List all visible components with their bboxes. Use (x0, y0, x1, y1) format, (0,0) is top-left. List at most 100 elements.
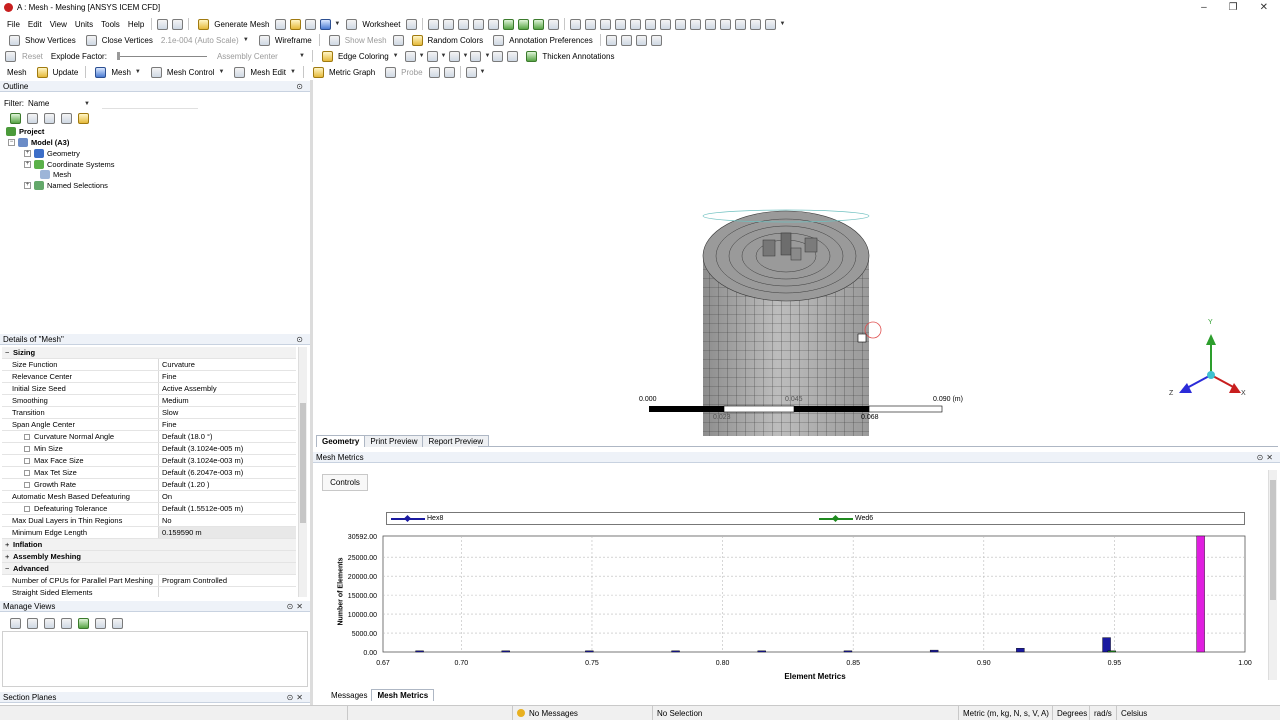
select-edge-icon[interactable] (443, 18, 455, 30)
collapse-toggle-icon[interactable]: − (8, 139, 15, 146)
menu-view[interactable]: View (46, 16, 71, 32)
tree-collapse-icon[interactable] (27, 113, 38, 124)
parameter-icon[interactable] (290, 18, 302, 30)
details-value[interactable]: Default (6.2047e-003 m) (159, 467, 296, 478)
details-row[interactable]: Initial Size Seed Active Assembly (2, 383, 296, 395)
probe-button[interactable]: Probe (379, 64, 426, 80)
details-row[interactable]: Automatic Mesh Based Defeaturing On (2, 491, 296, 503)
category-toggle-icon[interactable]: − (5, 348, 13, 357)
details-value[interactable]: Fine (159, 419, 296, 430)
edge-style-icon-2[interactable] (426, 50, 438, 62)
tree-model[interactable]: − Model (A3) (8, 138, 69, 147)
zoom-box-icon[interactable] (615, 18, 627, 30)
menu-tools[interactable]: Tools (97, 16, 124, 32)
tree-project[interactable]: Project (6, 127, 44, 136)
parameter-checkbox[interactable] (24, 505, 30, 512)
details-row[interactable]: Max Tet Size Default (6.2047e-003 m) (2, 467, 296, 479)
rename-view-icon[interactable] (61, 618, 72, 629)
edge-style-icon-5[interactable] (492, 50, 504, 62)
select-point-icon[interactable] (428, 18, 440, 30)
thicken-annotations-button[interactable]: Thicken Annotations (520, 48, 618, 64)
tree-named-selections[interactable]: + Named Selections (24, 181, 108, 190)
details-value[interactable]: Default (3.1024e-003 m) (159, 455, 296, 466)
mesh-view-icon[interactable] (392, 34, 404, 46)
parameter-checkbox[interactable] (24, 457, 30, 464)
axis-icon-4[interactable] (650, 34, 662, 46)
edge-style-icon-1[interactable] (404, 50, 416, 62)
folder-icon[interactable] (78, 113, 89, 124)
select-face-icon[interactable] (488, 18, 500, 30)
details-value[interactable]: Active Assembly (159, 383, 296, 394)
metric-histogram[interactable]: 0.67 0.70 0.75 0.80 0.85 0.90 0.95 1.00 0.00 5000… (313, 525, 1273, 685)
details-value[interactable] (159, 587, 296, 597)
details-scrollbar[interactable] (298, 347, 307, 597)
tree-expand-icon[interactable] (44, 113, 55, 124)
rotate-icon[interactable] (570, 18, 582, 30)
controls-button[interactable]: Controls (322, 474, 368, 491)
axis-icon-3[interactable] (635, 34, 647, 46)
pin-close-icon[interactable]: ⊙✕ (1257, 453, 1280, 462)
details-value[interactable]: Default (1.20 ) (159, 479, 296, 490)
expand-toggle-icon[interactable]: + (24, 150, 31, 157)
parameter-checkbox[interactable] (24, 469, 30, 476)
maximize-icon[interactable]: ❐ (1229, 2, 1238, 13)
details-value[interactable]: Slow (159, 407, 296, 418)
graphics-viewport[interactable]: 0.000 0.045 0.090 (m) 0.023 0.068 Y X Z (313, 80, 1280, 436)
parameter-checkbox[interactable] (24, 433, 30, 440)
mesh-model[interactable] (313, 80, 1280, 436)
menu-edit[interactable]: Edit (24, 16, 46, 32)
details-row[interactable]: Minimum Edge Length 0.159590 m (2, 527, 296, 539)
zoom-icon[interactable] (600, 18, 612, 30)
explode-icon[interactable] (5, 50, 16, 62)
pin-icon[interactable]: ⊙ (296, 82, 310, 91)
details-row[interactable]: Smoothing Medium (2, 395, 296, 407)
select-vertex-icon[interactable] (473, 18, 485, 30)
import-view-icon[interactable] (95, 618, 106, 629)
expand-toggle-icon[interactable]: + (24, 161, 31, 168)
tab-messages[interactable]: Messages (326, 690, 372, 701)
random-colors-button[interactable]: Random Colors (406, 32, 488, 48)
details-row[interactable]: Curvature Normal Angle Default (18.0 °) (2, 431, 296, 443)
export-view-icon[interactable] (112, 618, 123, 629)
apply-view-icon[interactable] (44, 618, 55, 629)
status-rate[interactable]: rad/s (1089, 706, 1116, 720)
annotation-preferences-button[interactable]: Annotation Preferences (487, 32, 597, 48)
details-value[interactable]: On (159, 491, 296, 502)
menu-units[interactable]: Units (71, 16, 97, 32)
arrow-icon[interactable] (172, 18, 184, 30)
mesh-control-dropdown[interactable]: Mesh Control ▼ (145, 64, 229, 80)
parameter-checkbox[interactable] (24, 445, 30, 452)
tree-geometry[interactable]: + Geometry (24, 149, 80, 158)
filter-select[interactable]: Name ▼ (28, 99, 90, 108)
zoom-fit-icon[interactable] (630, 18, 642, 30)
mesh-context-button[interactable]: Mesh (3, 64, 31, 80)
tree-mesh[interactable]: Mesh (40, 170, 71, 179)
tab-geometry[interactable]: Geometry (316, 435, 366, 447)
status-messages-count[interactable]: No Messages (512, 706, 652, 720)
cursor-icon[interactable] (406, 18, 418, 30)
category-toggle-icon[interactable]: + (5, 540, 13, 549)
parameter-checkbox[interactable] (24, 481, 30, 488)
minimize-icon[interactable]: – (1201, 2, 1207, 13)
refresh-icon[interactable] (10, 113, 21, 124)
mesh-edit-dropdown[interactable]: Mesh Edit ▼ (228, 64, 300, 80)
delete-view-icon[interactable] (27, 618, 38, 629)
pan-icon[interactable] (585, 18, 597, 30)
thin-edge-icon[interactable] (507, 50, 519, 62)
details-row[interactable]: Number of CPUs for Parallel Part Meshing… (2, 575, 296, 587)
menu-file[interactable]: File (3, 16, 24, 32)
details-row[interactable]: Span Angle Center Fine (2, 419, 296, 431)
tab-print-preview[interactable]: Print Preview (364, 435, 424, 447)
filter-input[interactable] (102, 99, 198, 109)
details-value[interactable]: Curvature (159, 359, 296, 370)
details-row[interactable]: Max Dual Layers in Thin Regions No (2, 515, 296, 527)
layout-icon[interactable] (750, 18, 762, 30)
details-row[interactable]: Relevance Center Fine (2, 371, 296, 383)
reset-button[interactable]: Reset (18, 48, 47, 64)
generate-mesh-button[interactable]: Generate Mesh (192, 16, 273, 32)
auto-scale-dropdown[interactable]: 2.1e-004 (Auto Scale) ▼ (157, 32, 253, 48)
axis-icon-1[interactable] (605, 34, 617, 46)
fit-all-icon[interactable] (690, 18, 702, 30)
axis-icon-2[interactable] (620, 34, 632, 46)
pin-close-icon[interactable]: ⊙✕ (287, 602, 310, 611)
